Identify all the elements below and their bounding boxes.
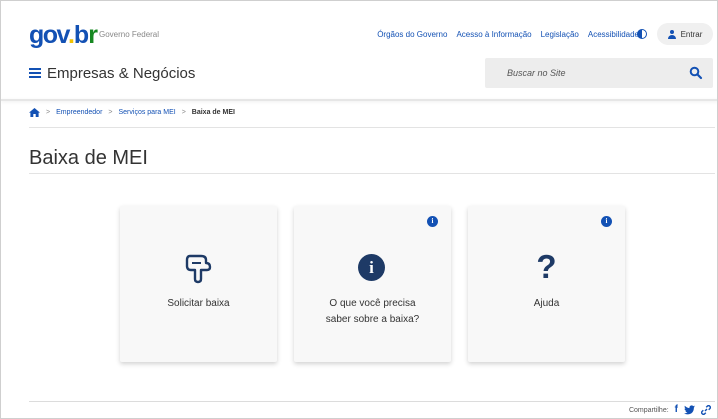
menu-icon[interactable] — [29, 68, 41, 78]
breadcrumb: > Empreendedor > Serviços para MEI > Bai… — [29, 108, 235, 117]
info-badge-icon[interactable]: i — [427, 216, 438, 227]
info-badge-icon[interactable]: i — [601, 216, 612, 227]
link-acessibilidade[interactable]: Acessibilidade — [588, 30, 639, 39]
card-label: Ajuda — [533, 298, 560, 309]
share-bar: Compartilhe: f — [629, 405, 711, 415]
link-acesso-informacao[interactable]: Acesso à Informação — [456, 30, 531, 39]
facebook-icon[interactable]: f — [675, 405, 678, 415]
breadcrumb-separator: > — [46, 109, 51, 116]
home-icon[interactable] — [29, 108, 40, 117]
login-button[interactable]: Entrar — [657, 23, 713, 45]
footer-divider — [29, 401, 715, 402]
search-icon[interactable] — [689, 66, 703, 80]
card-label-line2: saber sobre a baixa? — [325, 314, 420, 325]
breadcrumb-separator: > — [108, 109, 113, 116]
link-icon[interactable] — [701, 405, 711, 415]
top-links: Órgãos do Governo Acesso à Informação Le… — [377, 30, 639, 39]
page-title: Baixa de MEI — [29, 147, 148, 169]
link-orgaos[interactable]: Órgãos do Governo — [377, 30, 447, 39]
user-icon — [667, 29, 676, 39]
question-icon: ? — [536, 248, 557, 285]
login-label: Entrar — [680, 29, 703, 39]
card-solicitar-baixa[interactable]: Solicitar baixa — [120, 206, 277, 362]
gov-label: Governo Federal — [99, 30, 160, 39]
title-divider — [29, 173, 715, 174]
card-o-que-saber[interactable]: i i O que você precisa saber sobre a bai… — [294, 206, 451, 362]
logo-gov: gov — [29, 21, 70, 49]
header-divider — [1, 99, 717, 101]
link-legislacao[interactable]: Legislação — [541, 30, 579, 39]
twitter-icon[interactable] — [684, 405, 695, 415]
search-box — [485, 58, 713, 88]
page-frame: gov. b r Governo Federal Órgãos do Governo… — [0, 0, 718, 419]
logo-b: b — [73, 21, 89, 49]
breadcrumb-item-empreendedor[interactable]: Empreendedor — [56, 109, 102, 116]
site-title[interactable]: Empresas & Negócios — [47, 65, 195, 82]
contrast-icon[interactable] — [637, 29, 647, 39]
share-label: Compartilhe: — [628, 406, 669, 414]
logo-r: r — [88, 21, 98, 49]
info-icon: i — [358, 254, 385, 281]
search-input[interactable] — [507, 64, 667, 82]
hand-pointing-icon — [185, 254, 212, 284]
breadcrumb-separator: > — [181, 109, 186, 116]
govbr-logo[interactable]: gov. b r — [29, 21, 98, 49]
breadcrumb-divider — [29, 127, 715, 128]
breadcrumb-item-servicos-mei[interactable]: Serviços para MEI — [119, 109, 176, 116]
card-ajuda[interactable]: i ? Ajuda — [468, 206, 625, 362]
card-label-line1: O que você precisa — [329, 298, 416, 309]
breadcrumb-current: Baixa de MEI — [191, 109, 235, 116]
card-label: Solicitar baixa — [167, 298, 230, 309]
header-top — [1, 1, 717, 53]
